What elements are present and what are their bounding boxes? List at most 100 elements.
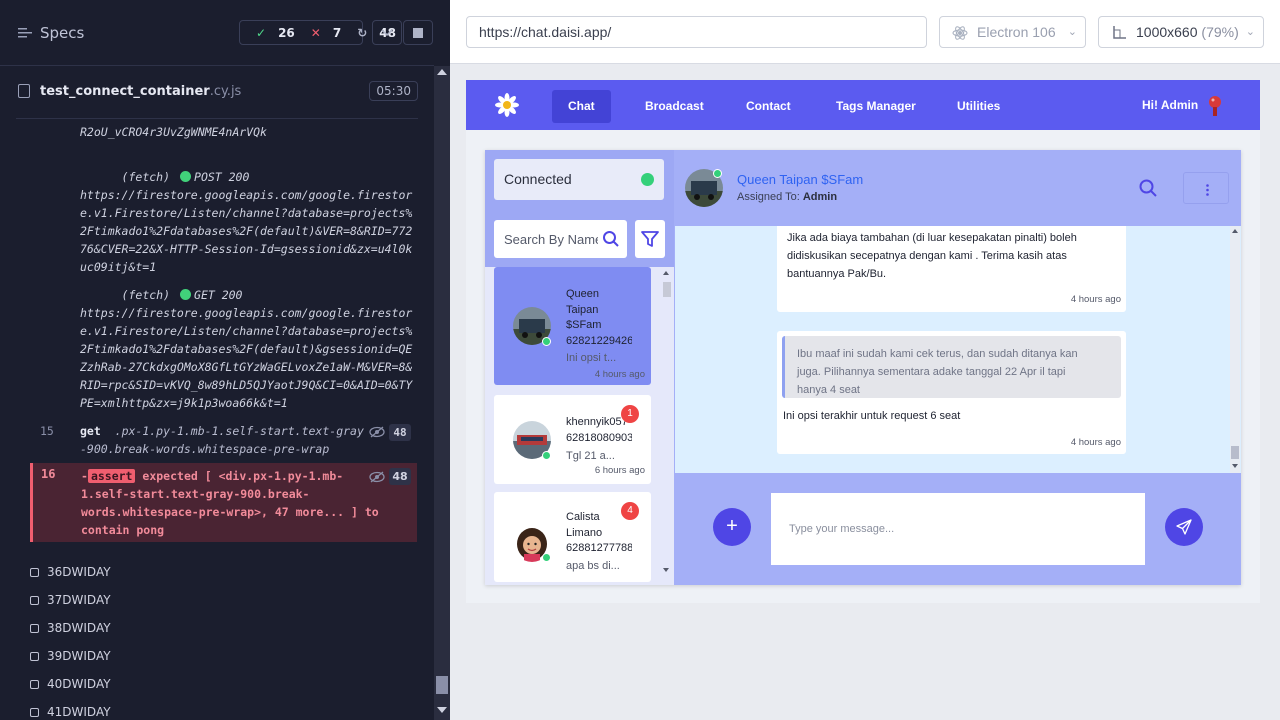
- nav-item-chat[interactable]: Chat: [552, 90, 611, 123]
- pending-icon: ↻: [357, 25, 368, 40]
- viewport-selector[interactable]: 1000x660 (79%) ⌄: [1098, 16, 1264, 48]
- specs-title[interactable]: Specs: [40, 24, 84, 42]
- failed-count: 7: [332, 25, 342, 40]
- test-name: 38DWIDAY: [47, 621, 111, 635]
- message-time: 4 hours ago: [1070, 437, 1121, 448]
- contact-time: 4 hours ago: [594, 369, 645, 380]
- test-name: 36DWIDAY: [47, 565, 111, 579]
- nav-item-broadcast[interactable]: Broadcast: [629, 90, 720, 123]
- fetch-status: POST 200: [194, 170, 250, 184]
- more-options-button[interactable]: [1183, 172, 1229, 204]
- contact-name: Calista Limano 628812777888: [566, 511, 632, 554]
- failed-assertion[interactable]: 16 - assert expected [ <div.px-1.py-1.mb-…: [30, 463, 417, 542]
- viewport-zoom: (79%): [1201, 24, 1239, 40]
- user-greeting[interactable]: Hi! Admin: [1142, 98, 1198, 112]
- test-item[interactable]: 38DWIDAY: [30, 614, 417, 642]
- app-preview-panel: https://chat.daisi.app/ Electron 106 ⌄ 1…: [450, 0, 1280, 720]
- log-fetch-entry[interactable]: (fetch) GET 200 https://firestore.googlea…: [80, 268, 415, 430]
- fetch-status: GET 200: [194, 288, 243, 302]
- nav-item-contact[interactable]: Contact: [730, 90, 807, 123]
- test-item[interactable]: 39DWIDAY: [30, 642, 417, 670]
- contact-name: Queen Taipan $SFam 628212294269: [566, 288, 632, 347]
- contact-last-message: Ini opsi t...: [566, 352, 617, 364]
- nav-item-utilities[interactable]: Utilities: [941, 90, 1016, 123]
- add-attachment-button[interactable]: +: [713, 508, 751, 546]
- failed-stat: ✕ 7: [303, 26, 341, 40]
- conversation-item-selected[interactable]: Queen Taipan $SFam 628212294269 Ini opsi…: [494, 267, 651, 385]
- conversation-item[interactable]: Calista Limano 628812777888 apa bs di...…: [494, 492, 651, 582]
- scroll-up-icon[interactable]: [437, 69, 447, 75]
- conversation-header: Queen Taipan $SFam Assigned To: Admin: [675, 150, 1241, 226]
- scroll-down-icon[interactable]: [437, 707, 447, 713]
- contact-last-message: Tgl 21 a...: [566, 450, 615, 462]
- checkbox-icon: [30, 679, 39, 689]
- log-command-get[interactable]: 15 get .px-1.py-1.mb-1.self-start.text-g…: [30, 422, 417, 462]
- preview-toolbar: https://chat.daisi.app/ Electron 106 ⌄ 1…: [450, 0, 1280, 64]
- conversation-item[interactable]: khennyik057 628180809030 Tgl 21 a... 6 h…: [494, 395, 651, 484]
- message-area: Jika ada biaya tambahan (di luar kesepak…: [675, 226, 1241, 473]
- conversation-title[interactable]: Queen Taipan $SFam: [737, 172, 863, 187]
- nav-item-tags-manager[interactable]: Tags Manager: [820, 90, 932, 123]
- file-basename: test_connect_container: [40, 84, 210, 99]
- spec-file-row[interactable]: test_connect_container.cy.js 05:30: [16, 80, 418, 104]
- checkbox-icon: [30, 651, 39, 661]
- message-scroll-thumb[interactable]: [1231, 446, 1239, 459]
- command-name: get: [80, 424, 101, 438]
- send-icon: [1176, 519, 1192, 535]
- specs-menu-icon[interactable]: [17, 25, 33, 41]
- list-scroll-thumb[interactable]: [663, 282, 671, 297]
- connection-label: Connected: [504, 171, 572, 187]
- viewport-size: 1000x660: [1136, 24, 1198, 40]
- chat-app: Chat Broadcast Contact Tags Manager Util…: [466, 80, 1260, 603]
- log-scrollbar[interactable]: [434, 66, 450, 720]
- user-avatar-icon[interactable]: [1207, 95, 1223, 117]
- log-url-fragment: R2oU_vCRO4r3UvZgWNME4nArVQk: [80, 125, 267, 139]
- assigned-to: Assigned To: Admin: [737, 191, 837, 203]
- send-button[interactable]: [1165, 508, 1203, 546]
- test-item[interactable]: 41DWIDAY: [30, 698, 417, 720]
- cypress-runner-panel: Specs ✓ 26 ✕ 7 ↻ 48 test_connect_container.…: [0, 0, 450, 720]
- search-icon[interactable]: [1138, 178, 1158, 198]
- search-icon[interactable]: [602, 230, 620, 248]
- element-count-badge: 48: [389, 424, 411, 441]
- message-input[interactable]: [771, 493, 1145, 565]
- filter-button[interactable]: [635, 220, 665, 258]
- assigned-agent: Admin: [802, 191, 838, 203]
- test-item[interactable]: 40DWIDAY: [30, 670, 417, 698]
- list-scrollbar[interactable]: [661, 270, 671, 575]
- checkbox-icon: [30, 707, 39, 717]
- checkbox-icon: [30, 595, 39, 605]
- test-list: 36DWIDAY 37DWIDAY 38DWIDAY 39DWIDAY 40DW…: [30, 558, 417, 720]
- assigned-label: Assigned To:: [737, 191, 800, 203]
- stop-button[interactable]: [403, 20, 433, 45]
- search-input[interactable]: [494, 220, 598, 258]
- conversation-list: Queen Taipan $SFam 628212294269 Ini opsi…: [485, 267, 674, 585]
- daisy-logo-icon[interactable]: [495, 93, 519, 117]
- browser-selector[interactable]: Electron 106 ⌄: [939, 16, 1086, 48]
- message-time: 4 hours ago: [1070, 294, 1121, 305]
- eye-slash-icon: [369, 471, 385, 483]
- online-dot-icon: [542, 553, 551, 562]
- cross-icon: ✕: [310, 25, 321, 40]
- url-bar[interactable]: https://chat.daisi.app/: [466, 16, 927, 48]
- test-item[interactable]: 36DWIDAY: [30, 558, 417, 586]
- test-stats: ✓ 26 ✕ 7 ↻ 48: [239, 20, 396, 45]
- message-scrollbar[interactable]: [1230, 226, 1240, 473]
- assert-label: assert: [87, 469, 136, 483]
- command-line-number: 15: [40, 424, 54, 438]
- quoted-message[interactable]: Ibu maaf ini sudah kami cek terus, dan s…: [782, 336, 1121, 398]
- online-dot-icon: [713, 169, 722, 178]
- test-name: 39DWIDAY: [47, 649, 111, 663]
- filter-icon: [641, 231, 659, 247]
- spec-duration: 05:30: [369, 81, 418, 101]
- test-item[interactable]: 37DWIDAY: [30, 586, 417, 614]
- checkbox-icon: [30, 623, 39, 633]
- collapse-button[interactable]: [372, 20, 402, 45]
- chevron-down-icon: [381, 28, 393, 36]
- browser-name: Electron 106: [977, 24, 1056, 40]
- kebab-menu-icon: [1206, 184, 1209, 196]
- log-scroll-thumb[interactable]: [436, 676, 448, 694]
- test-name: 41DWIDAY: [47, 705, 111, 719]
- passed-count: 26: [278, 25, 295, 40]
- ruler-icon: [1113, 26, 1126, 39]
